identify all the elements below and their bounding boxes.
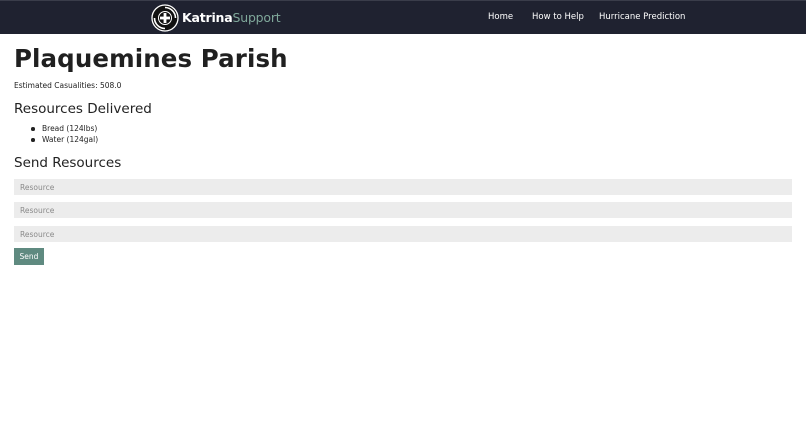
list-item-label: Bread (124lbs) bbox=[42, 124, 98, 133]
hurricane-cross-logo-icon bbox=[151, 4, 179, 32]
resource-input-1[interactable] bbox=[14, 179, 792, 195]
brand-name: KatrinaSupport bbox=[182, 4, 281, 32]
brand-name-accent: Support bbox=[232, 10, 281, 25]
brand-link[interactable]: KatrinaSupport bbox=[151, 4, 281, 32]
list-item: Water (124gal) bbox=[14, 134, 98, 145]
resources-delivered-heading: Resources Delivered bbox=[14, 101, 152, 117]
bullet-icon bbox=[31, 138, 35, 142]
list-item: Bread (124lbs) bbox=[14, 123, 98, 134]
bullet-icon bbox=[31, 127, 35, 131]
nav-link-hurricane-prediction[interactable]: Hurricane Prediction bbox=[599, 1, 685, 35]
page-title: Plaquemines Parish bbox=[14, 44, 288, 73]
nav-link-how-to-help[interactable]: How to Help bbox=[532, 1, 584, 35]
list-item-label: Water (124gal) bbox=[42, 135, 99, 144]
delivered-resource-list: Bread (124lbs) Water (124gal) bbox=[14, 123, 98, 145]
nav-link-home[interactable]: Home bbox=[488, 1, 513, 35]
send-button[interactable]: Send bbox=[14, 248, 44, 265]
estimated-casualties: Estimated Casualities: 508.0 bbox=[14, 81, 122, 90]
resource-input-3[interactable] bbox=[14, 226, 792, 242]
brand-name-primary: Katrina bbox=[182, 10, 233, 25]
send-resources-heading: Send Resources bbox=[14, 155, 122, 171]
resource-input-2[interactable] bbox=[14, 202, 792, 218]
navbar: KatrinaSupport Home How to Help Hurrican… bbox=[0, 0, 806, 34]
